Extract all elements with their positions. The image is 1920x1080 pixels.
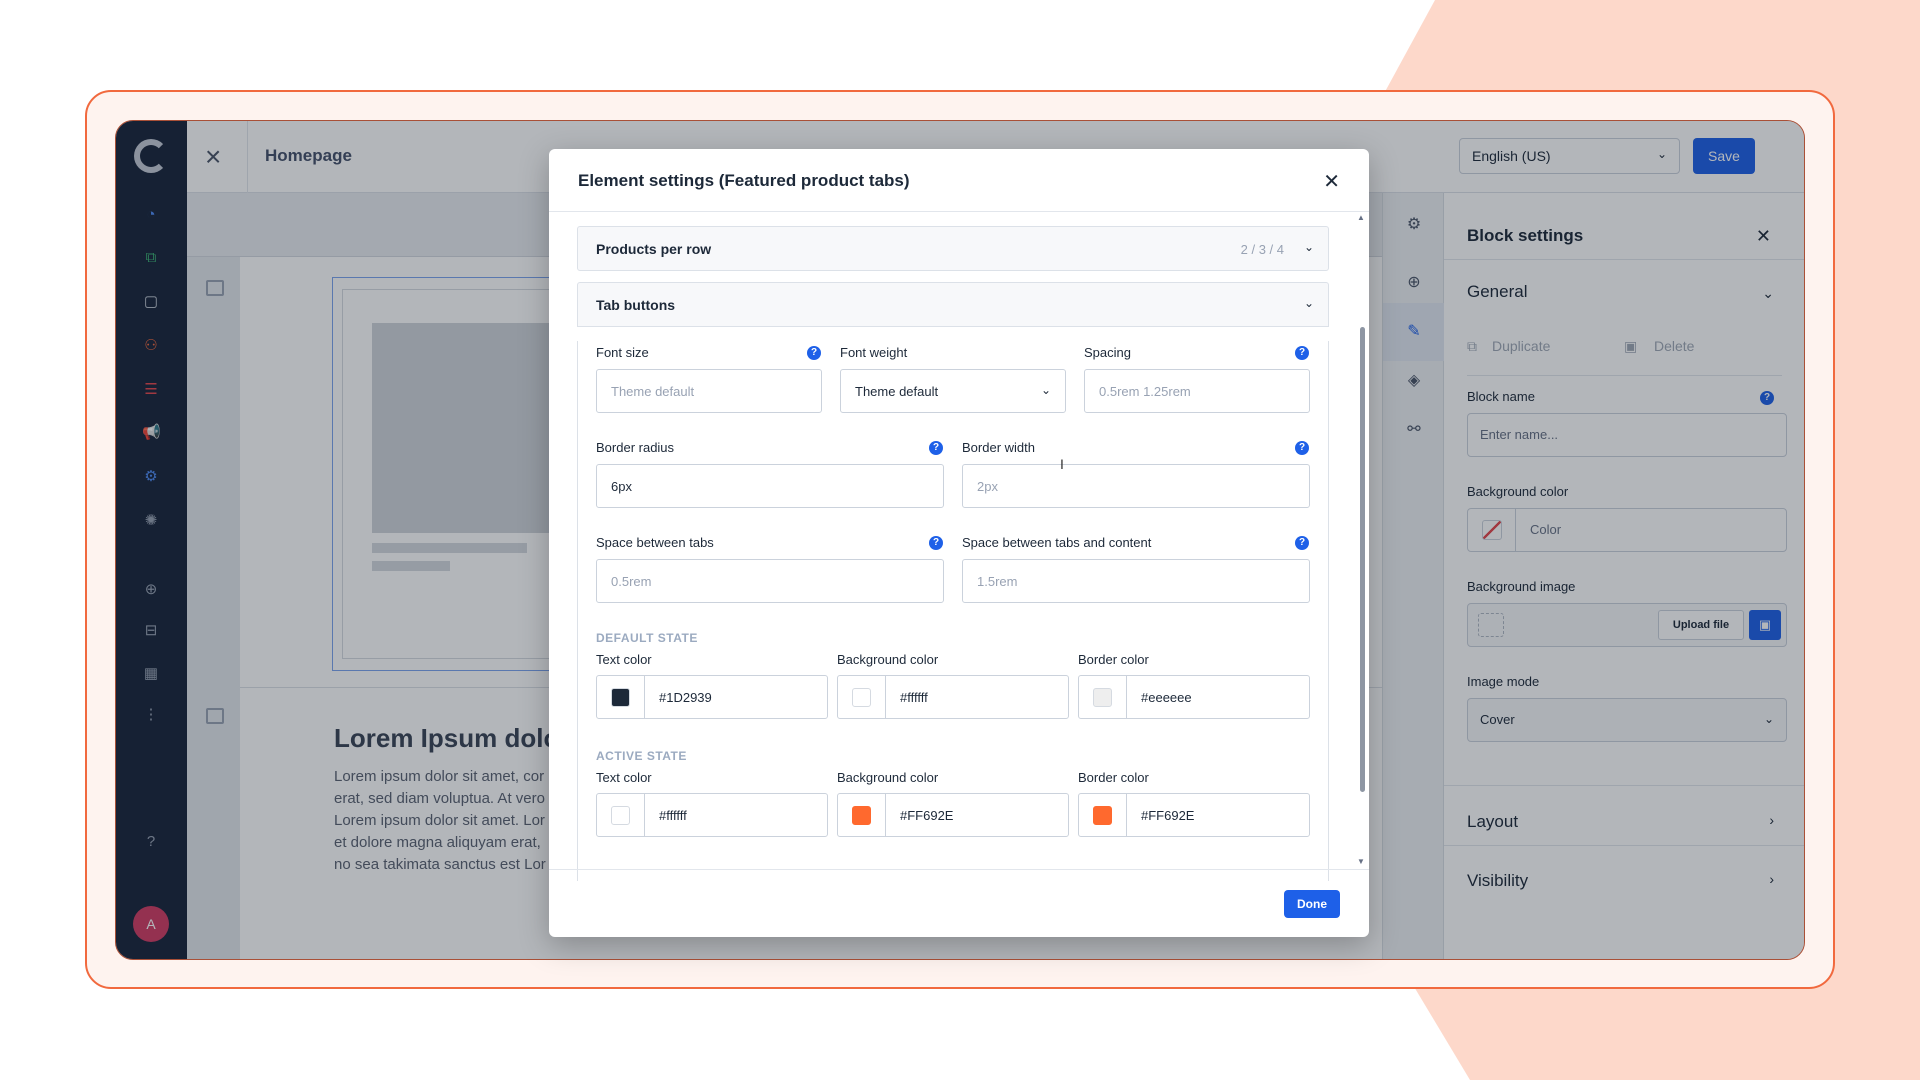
border-width-input[interactable]: 2px [962, 464, 1310, 508]
help-icon[interactable]: ? [807, 346, 821, 360]
default-text-color-label: Text color [596, 652, 652, 667]
products-per-row-accordion[interactable]: Products per row 2 / 3 / 4 ⌄ [577, 226, 1329, 271]
chevron-down-icon: ⌄ [1303, 296, 1314, 310]
active-border-color-input[interactable]: #FF692E [1078, 793, 1310, 837]
border-radius-label: Border radius [596, 440, 675, 455]
color-value: #FF692E [900, 808, 954, 823]
space-between-tabs-label: Space between tabs [596, 535, 714, 550]
spacing-input[interactable]: 0.5rem 1.25rem [1084, 369, 1310, 413]
tab-buttons-accordion[interactable]: Tab buttons ⌄ [577, 282, 1329, 327]
color-value: #eeeeee [1141, 690, 1192, 705]
active-state-title: ACTIVE STATE [596, 749, 687, 763]
color-value: #ffffff [659, 808, 687, 823]
color-swatch [852, 806, 871, 825]
chevron-down-icon: ⌄ [1040, 383, 1051, 397]
color-swatch [1093, 806, 1112, 825]
active-border-color-label: Border color [1078, 770, 1149, 785]
color-swatch-box[interactable] [838, 676, 886, 718]
scroll-down-icon[interactable]: ▼ [1357, 857, 1365, 866]
color-swatch-box[interactable] [597, 794, 645, 836]
color-value: #1D2939 [659, 690, 712, 705]
space-between-tabs-input[interactable]: 0.5rem [596, 559, 944, 603]
default-bg-color-label: Background color [837, 652, 939, 667]
chevron-down-icon: ⌄ [1303, 240, 1314, 254]
accordion-title: Tab buttons [596, 297, 676, 313]
modal-title: Element settings (Featured product tabs) [578, 171, 910, 190]
help-icon[interactable]: ? [1295, 536, 1309, 550]
color-swatch-box[interactable] [838, 794, 886, 836]
color-swatch [611, 806, 630, 825]
color-swatch [1093, 688, 1112, 707]
accordion-title: Products per row [596, 241, 712, 257]
color-value: #FF692E [1141, 808, 1195, 823]
help-icon[interactable]: ? [1295, 346, 1309, 360]
close-icon[interactable]: ✕ [1323, 169, 1340, 194]
color-swatch [852, 688, 871, 707]
active-text-color-label: Text color [596, 770, 652, 785]
active-text-color-input[interactable]: #ffffff [596, 793, 828, 837]
help-icon[interactable]: ? [1295, 441, 1309, 455]
color-swatch-box[interactable] [1079, 794, 1127, 836]
active-bg-color-input[interactable]: #FF692E [837, 793, 1069, 837]
accordion-meta: 2 / 3 / 4 [1240, 242, 1284, 257]
font-weight-value: Theme default [855, 384, 939, 399]
scrollbar-thumb[interactable] [1360, 327, 1365, 792]
text-cursor-icon: I [1060, 456, 1064, 472]
help-icon[interactable]: ? [929, 536, 943, 550]
default-bg-color-input[interactable]: #ffffff [837, 675, 1069, 719]
border-width-label: Border width [962, 440, 1035, 455]
space-between-content-label: Space between tabs and content [962, 535, 1152, 550]
color-value: #ffffff [900, 690, 928, 705]
done-button[interactable]: Done [1284, 890, 1340, 918]
default-border-color-input[interactable]: #eeeeee [1078, 675, 1310, 719]
element-settings-modal: Element settings (Featured product tabs)… [549, 149, 1369, 937]
color-swatch-box[interactable] [1079, 676, 1127, 718]
font-weight-select[interactable]: Theme default ⌄ [840, 369, 1066, 413]
default-border-color-label: Border color [1078, 652, 1149, 667]
font-size-label: Font size [596, 345, 649, 360]
font-weight-label: Font weight [840, 345, 908, 360]
divider [549, 211, 1369, 212]
space-between-content-input[interactable]: 1.5rem [962, 559, 1310, 603]
spacing-label: Spacing [1084, 345, 1131, 360]
default-text-color-input[interactable]: #1D2939 [596, 675, 828, 719]
color-swatch [611, 688, 630, 707]
active-bg-color-label: Background color [837, 770, 939, 785]
default-state-title: DEFAULT STATE [596, 631, 698, 645]
divider [549, 869, 1369, 870]
color-swatch-box[interactable] [597, 676, 645, 718]
border-radius-input[interactable]: 6px [596, 464, 944, 508]
help-icon[interactable]: ? [929, 441, 943, 455]
font-size-input[interactable]: Theme default [596, 369, 822, 413]
